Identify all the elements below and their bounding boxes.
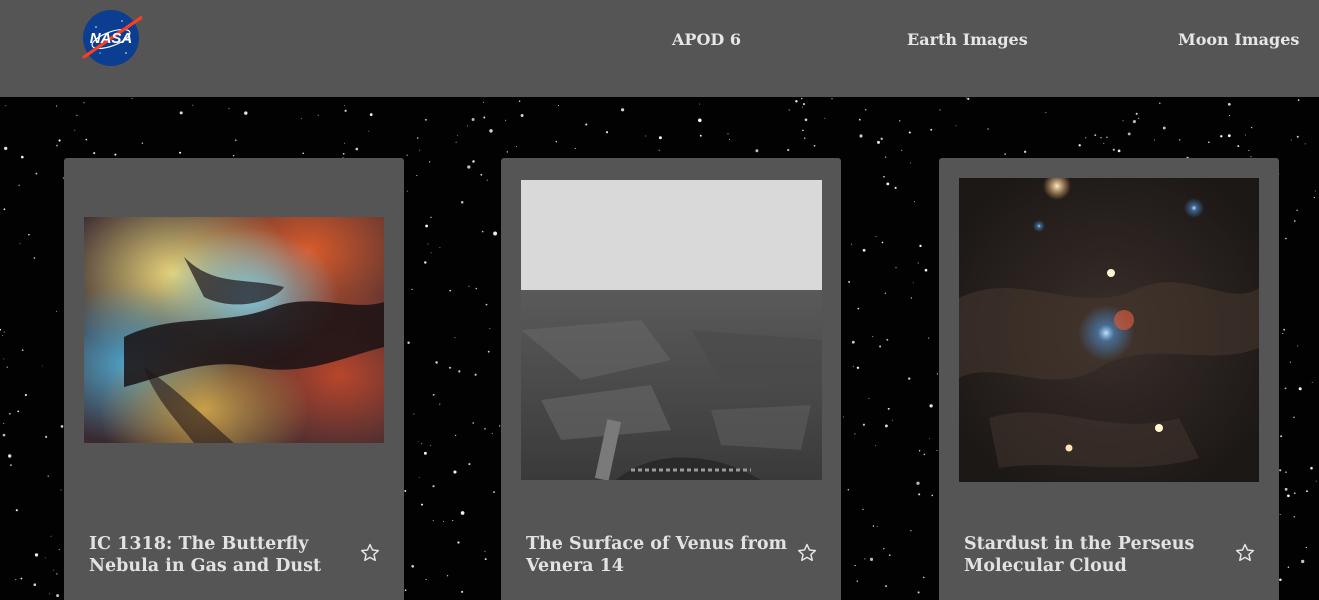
favorite-star-icon[interactable]	[796, 542, 818, 564]
svg-text:NASA: NASA	[90, 30, 133, 47]
apod-card: The Surface of Venus from Venera 14	[501, 158, 841, 600]
card-title: IC 1318: The Butterfly Nebula in Gas and…	[89, 534, 322, 576]
card-title: The Surface of Venus from Venera 14	[526, 534, 788, 576]
venus-surface-image[interactable]	[521, 180, 822, 480]
card-title: Stardust in the Perseus Molecular Cloud	[964, 534, 1195, 576]
apod-card: Stardust in the Perseus Molecular Cloud	[939, 158, 1279, 600]
nav-moon-images-link[interactable]: Moon Images	[1178, 30, 1299, 49]
butterfly-nebula-image[interactable]	[84, 217, 384, 443]
nav-apod-link[interactable]: APOD 6	[672, 30, 741, 49]
nav-earth-images-link[interactable]: Earth Images	[907, 30, 1028, 49]
favorite-star-icon[interactable]	[1234, 542, 1256, 564]
nasa-logo[interactable]: NASA	[82, 9, 150, 67]
apod-card: IC 1318: The Butterfly Nebula in Gas and…	[64, 158, 404, 600]
perseus-cloud-image[interactable]	[959, 178, 1259, 482]
favorite-star-icon[interactable]	[359, 542, 381, 564]
top-navbar: NASA APOD 6 Earth Images Moon Images	[0, 0, 1319, 97]
